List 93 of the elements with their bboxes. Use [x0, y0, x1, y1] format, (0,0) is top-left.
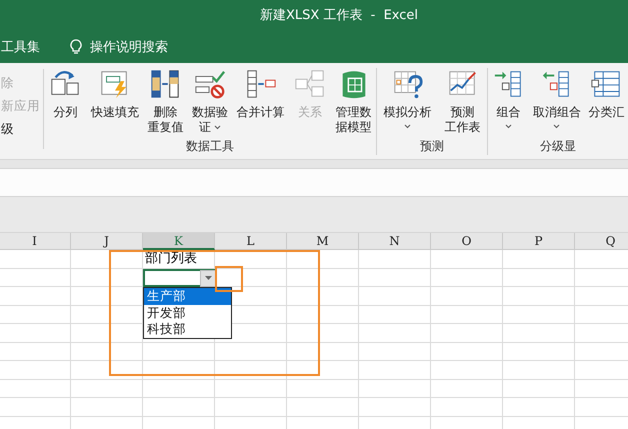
table-cell [71, 268, 143, 287]
table-cell [431, 287, 503, 306]
table-cell [431, 250, 503, 268]
table-cell [71, 361, 143, 380]
table-cell [359, 361, 431, 380]
table-cell [215, 361, 287, 380]
table-cell [503, 250, 575, 268]
table-cell [143, 380, 215, 398]
table-cell [431, 380, 503, 398]
table-cell [359, 324, 431, 342]
ribbon-tab[interactable]: 工具集 [1, 38, 40, 56]
table-cell [359, 268, 431, 287]
table-cell [287, 287, 359, 306]
ribbon-button[interactable]: 取消组合 [532, 68, 582, 138]
table-cell [359, 306, 431, 324]
table-cell [431, 342, 503, 361]
column-header[interactable]: Q [575, 233, 628, 250]
table-cell [359, 287, 431, 306]
group-label: 数据工具 [186, 138, 234, 155]
table-cell [431, 398, 503, 416]
table-cell [431, 324, 503, 342]
table-cell [215, 398, 287, 416]
table-cell [431, 361, 503, 380]
column-header[interactable]: O [431, 233, 503, 250]
column-header[interactable]: P [503, 233, 575, 250]
ribbon-button[interactable]: 删除 重复值 [146, 68, 184, 138]
ribbon-button[interactable]: 分类汇 [587, 68, 626, 138]
table-cell [503, 380, 575, 398]
table-cell [287, 398, 359, 416]
ribbon-button[interactable]: 模拟分析 [382, 68, 432, 138]
table-cell [503, 398, 575, 416]
table-cell [215, 250, 287, 268]
table-cell [503, 324, 575, 342]
ribbon-button[interactable]: 数据验 证 [190, 68, 229, 138]
table-cell [503, 287, 575, 306]
column-header[interactable]: M [287, 233, 359, 250]
ribbon-button[interactable]: 预测 工作表 [444, 68, 482, 138]
ribbon-button[interactable]: 管理数 据模型 [334, 68, 373, 138]
table-cell [503, 342, 575, 361]
table-cell [143, 342, 215, 361]
table-cell [503, 268, 575, 287]
table-cell [431, 268, 503, 287]
table-cell [287, 306, 359, 324]
column-header[interactable]: K [143, 233, 215, 250]
table-cell [143, 398, 215, 416]
group-label: 预测 [420, 138, 444, 155]
table-cell [503, 306, 575, 324]
caret-down-icon [204, 276, 212, 280]
table-cell [143, 361, 215, 380]
table-cell [287, 250, 359, 268]
group-label: 分级显 [540, 138, 576, 155]
ribbon-button[interactable]: 分列 [47, 68, 84, 138]
ribbon-button[interactable]: 快速填充 [90, 68, 140, 138]
table-cell: 部门列表 [143, 250, 215, 268]
table-cell [359, 250, 431, 268]
table-cell [431, 306, 503, 324]
table-cell [71, 398, 143, 416]
table-cell [287, 342, 359, 361]
ribbon-button[interactable]: 组合 [490, 68, 527, 138]
column-header[interactable]: J [71, 233, 143, 250]
table-cell [287, 361, 359, 380]
table-cell [71, 380, 143, 398]
table-cell [0, 306, 71, 324]
table-cell [0, 287, 71, 306]
column-header[interactable]: L [215, 233, 287, 250]
table-cell [0, 361, 71, 380]
table-cell [287, 268, 359, 287]
table-cell [71, 342, 143, 361]
search-label[interactable]: 操作说明搜索 [90, 38, 168, 56]
table-cell [0, 380, 71, 398]
ribbon-button[interactable]: 合并计算 [236, 68, 286, 138]
window-title: 新建XLSX 工作表 - Excel [260, 7, 418, 24]
table-cell [359, 342, 431, 361]
table-cell [359, 398, 431, 416]
table-cell [0, 250, 71, 268]
table-cell [0, 324, 71, 342]
list-option[interactable]: 生产部 [144, 288, 231, 304]
table-cell [359, 380, 431, 398]
check-prohibit-icon [192, 68, 227, 100]
table-cell [71, 250, 143, 268]
table-cell [287, 380, 359, 398]
lightbulb-icon [70, 38, 82, 54]
table-cell [0, 342, 71, 361]
table-cell [503, 361, 575, 380]
active-cell[interactable] [143, 268, 215, 287]
table-cell [287, 324, 359, 342]
table-cell [215, 342, 287, 361]
table-cell [215, 380, 287, 398]
table-cell [0, 268, 71, 287]
column-header[interactable]: I [0, 233, 71, 250]
ribbon-command[interactable]: 级 [1, 121, 43, 138]
column-header[interactable]: N [359, 233, 431, 250]
table-cell [0, 398, 71, 416]
